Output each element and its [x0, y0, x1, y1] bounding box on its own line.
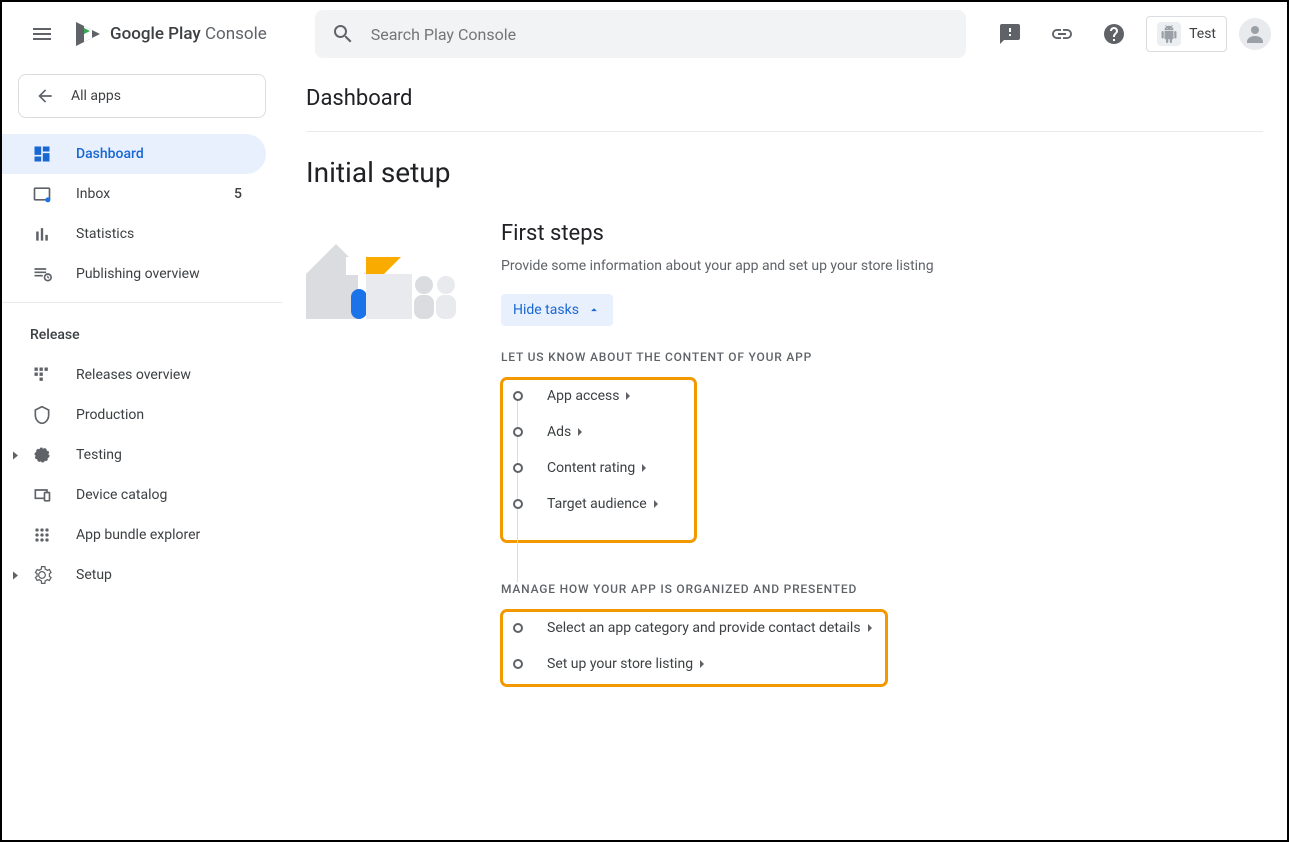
sidebar-section-release: Release: [2, 311, 282, 355]
link-icon: [1050, 22, 1074, 46]
play-logo-icon: [74, 20, 102, 48]
group2-header: MANAGE HOW YOUR APP IS ORGANIZED AND PRE…: [501, 582, 1263, 596]
task-app-access[interactable]: App access: [501, 378, 696, 414]
sidebar-item-dashboard[interactable]: Dashboard: [2, 134, 266, 174]
chevron-right-icon: [639, 463, 649, 473]
sidebar-item-device-catalog[interactable]: Device catalog: [2, 475, 266, 515]
card-desc: Provide some information about your app …: [501, 258, 1263, 274]
sidebar-item-testing[interactable]: Testing: [2, 435, 266, 475]
inbox-badge: 5: [234, 186, 242, 202]
chevron-right-icon: [575, 427, 585, 437]
task-bullet-icon: [513, 391, 523, 401]
sidebar-item-app-bundle[interactable]: App bundle explorer: [2, 515, 266, 555]
task-bullet-icon: [513, 623, 523, 633]
card-title: First steps: [501, 221, 1263, 246]
task-store-listing[interactable]: Set up your store listing: [501, 646, 875, 682]
search-box[interactable]: [315, 10, 966, 58]
task-category[interactable]: Select an app category and provide conta…: [501, 610, 875, 646]
dashboard-icon: [30, 142, 54, 166]
hide-tasks-button[interactable]: Hide tasks: [501, 294, 613, 326]
app-selector[interactable]: Test: [1146, 16, 1227, 52]
chevron-right-icon: [865, 623, 875, 633]
caret-right-icon: [10, 446, 20, 465]
task-bullet-icon: [513, 463, 523, 473]
task-connector: [517, 542, 1263, 582]
sidebar-item-statistics[interactable]: Statistics: [2, 214, 266, 254]
sidebar-item-label: Statistics: [76, 226, 250, 242]
devices-icon: [30, 483, 54, 507]
sidebar-item-releases-overview[interactable]: Releases overview: [2, 355, 266, 395]
section-title: Initial setup: [306, 132, 1263, 221]
all-apps-label: All apps: [71, 88, 121, 104]
chevron-up-icon: [587, 303, 601, 317]
help-button[interactable]: [1094, 14, 1134, 54]
publishing-icon: [30, 262, 54, 286]
illustration: [306, 229, 461, 329]
sidebar-item-label: Releases overview: [76, 367, 250, 383]
sidebar-item-label: Setup: [76, 567, 250, 583]
task-target-audience[interactable]: Target audience: [501, 486, 696, 522]
task-label: Select an app category and provide conta…: [547, 620, 861, 636]
gear-icon: [30, 563, 54, 587]
link-button[interactable]: [1042, 14, 1082, 54]
sidebar-item-setup[interactable]: Setup: [2, 555, 266, 595]
stats-icon: [30, 222, 54, 246]
sidebar-item-publishing[interactable]: Publishing overview: [2, 254, 266, 294]
chevron-right-icon: [623, 391, 633, 401]
sidebar-item-label: Testing: [76, 447, 250, 463]
search-input[interactable]: [371, 25, 950, 44]
sidebar-item-label: Dashboard: [76, 146, 250, 162]
task-group-organize: Select an app category and provide conta…: [501, 610, 887, 686]
task-label: Set up your store listing: [547, 656, 693, 672]
inbox-icon: [30, 182, 54, 206]
sidebar-item-production[interactable]: Production: [2, 395, 266, 435]
menu-button[interactable]: [18, 10, 66, 58]
sidebar-item-inbox[interactable]: Inbox 5: [2, 174, 266, 214]
arrow-left-icon: [35, 86, 55, 106]
production-icon: [30, 403, 54, 427]
logo-text: Google Play Console: [110, 24, 267, 44]
search-icon: [331, 22, 355, 46]
task-label: Target audience: [547, 496, 647, 512]
sidebar-item-label: Device catalog: [76, 487, 250, 503]
task-bullet-icon: [513, 659, 523, 669]
sidebar-item-label: App bundle explorer: [76, 527, 250, 543]
logo[interactable]: Google Play Console: [74, 20, 267, 48]
task-bullet-icon: [513, 499, 523, 509]
group1-header: LET US KNOW ABOUT THE CONTENT OF YOUR AP…: [501, 350, 1263, 364]
task-label: Ads: [547, 424, 571, 440]
task-group-content: App access Ads Content rating Target aud…: [501, 378, 696, 542]
feedback-button[interactable]: [990, 14, 1030, 54]
chevron-right-icon: [651, 499, 661, 509]
bundle-icon: [30, 523, 54, 547]
help-icon: [1102, 22, 1126, 46]
app-chip-label: Test: [1189, 26, 1216, 42]
android-icon: [1157, 22, 1181, 46]
task-label: Content rating: [547, 460, 635, 476]
sidebar-divider: [2, 302, 282, 303]
chevron-right-icon: [697, 659, 707, 669]
sidebar-item-label: Inbox: [76, 186, 212, 202]
all-apps-button[interactable]: All apps: [18, 74, 266, 118]
hide-tasks-label: Hide tasks: [513, 302, 579, 318]
avatar-icon: [1243, 22, 1267, 46]
task-ads[interactable]: Ads: [501, 414, 696, 450]
task-bullet-icon: [513, 427, 523, 437]
task-label: App access: [547, 388, 619, 404]
caret-right-icon: [10, 566, 20, 585]
feedback-icon: [998, 22, 1022, 46]
avatar-button[interactable]: [1239, 18, 1271, 50]
sidebar-item-label: Production: [76, 407, 250, 423]
testing-icon: [30, 443, 54, 467]
task-content-rating[interactable]: Content rating: [501, 450, 696, 486]
overview-icon: [30, 363, 54, 387]
hamburger-icon: [30, 22, 54, 46]
page-title: Dashboard: [306, 66, 1263, 132]
sidebar-item-label: Publishing overview: [76, 266, 250, 282]
